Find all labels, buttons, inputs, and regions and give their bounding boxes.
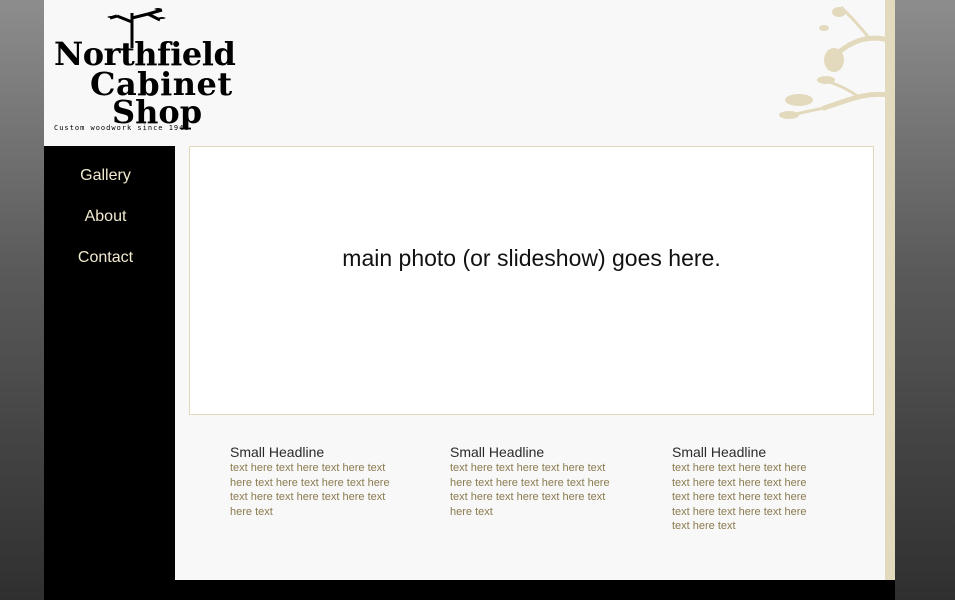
logo-tagline: Custom woodwork since 1948 — [54, 124, 190, 132]
nav-item-gallery[interactable]: Gallery — [44, 167, 167, 185]
footer-bar — [44, 580, 895, 600]
site-logo[interactable]: Northfield Cabinet Shop Custom woodwork … — [54, 8, 239, 134]
content-column-1: Small Headline text here text here text … — [230, 443, 402, 519]
column-3-body: text here text here text here text here … — [672, 462, 807, 533]
tree-branch-decoration — [779, 6, 889, 119]
column-3-headline: Small Headline — [672, 444, 767, 460]
column-1-body: text here text here text here text here … — [230, 462, 390, 518]
header: Northfield Cabinet Shop Custom woodwork … — [44, 0, 895, 146]
column-2-headline: Small Headline — [450, 444, 545, 460]
main-photo-area[interactable]: main photo (or slideshow) goes here. — [189, 146, 874, 415]
nav-item-about[interactable]: About — [44, 208, 167, 226]
column-1-headline: Small Headline — [230, 444, 325, 460]
sidebar-nav: Gallery About Contact — [44, 146, 175, 580]
right-rail — [885, 0, 895, 580]
column-2-body: text here text here text here text here … — [450, 462, 610, 518]
main-photo-placeholder: main photo (or slideshow) goes here. — [342, 245, 721, 271]
content-column-2: Small Headline text here text here text … — [450, 443, 622, 519]
page: Northfield Cabinet Shop Custom woodwork … — [44, 0, 895, 600]
content-column-3: Small Headline text here text here text … — [672, 443, 820, 534]
nav-item-contact[interactable]: Contact — [44, 249, 167, 267]
